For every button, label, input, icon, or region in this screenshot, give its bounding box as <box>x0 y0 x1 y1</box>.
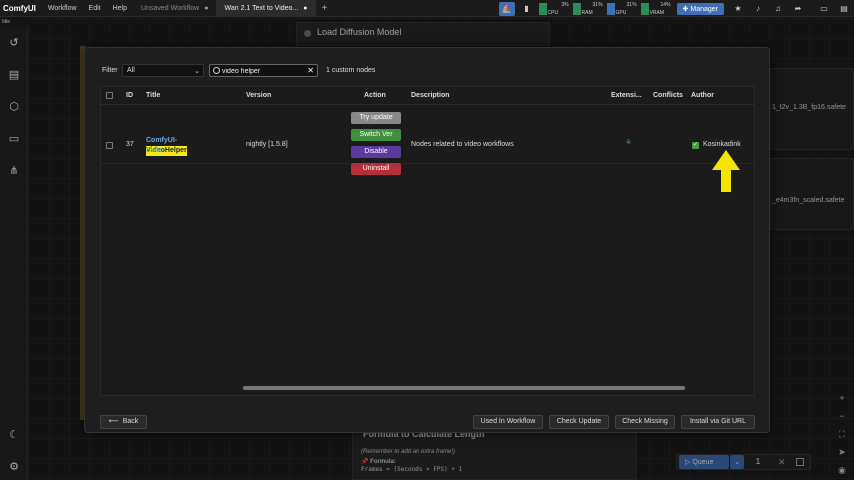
search-field[interactable]: ✕ <box>209 64 318 77</box>
clear-search-icon[interactable]: ✕ <box>307 66 314 75</box>
row-id: 37 <box>126 141 134 148</box>
tab-label: Unsaved Workflow <box>141 4 200 12</box>
left-sidebar: ↺ ▤ ⬡ ▭ ⋔ ☾ ⚙ <box>0 26 28 480</box>
horizontal-scrollbar[interactable] <box>243 386 685 390</box>
col-id[interactable]: ID <box>126 92 133 99</box>
bell-alt-icon[interactable]: ♫ <box>770 2 786 16</box>
top-right-toolbar: ⛵ ▮ CPU 3% RAM 31% GPU 31% VRAM 14% ✚ Ma… <box>497 0 854 17</box>
tab-unsaved-workflow[interactable]: Unsaved Workflow ● <box>133 0 216 17</box>
manager-label: Manager <box>690 5 718 13</box>
chevron-down-icon: ⌄ <box>194 68 200 75</box>
custom-nodes-table: ID Title Version Action Description Exte… <box>100 86 755 396</box>
app-logo: ComfyUI <box>3 3 36 13</box>
unsaved-dot-icon: ● <box>204 4 209 12</box>
status-idle: Idle <box>2 19 11 25</box>
history-icon[interactable]: ↺ <box>7 36 21 50</box>
uninstall-button[interactable]: Uninstall <box>351 163 401 175</box>
extension-puzzle-icon[interactable]: ⚘ <box>625 138 632 147</box>
menu-workflow[interactable]: Workflow <box>42 5 83 12</box>
result-count: 1 custom nodes <box>326 67 376 74</box>
annotation-arrow-icon <box>712 150 740 192</box>
install-git-url-button[interactable]: Install via Git URL <box>681 415 755 429</box>
tab-wan-workflow[interactable]: Wan 2.1 Text to Video... ● <box>216 0 316 17</box>
row-description: Nodes related to video workflows <box>411 141 514 148</box>
unsaved-dot-icon: ● <box>303 4 308 12</box>
top-menu-bar: ComfyUI Workflow Edit Help Unsaved Workf… <box>0 0 854 17</box>
panel-toggle-icon[interactable]: ▭ <box>816 2 832 16</box>
used-in-workflow-button[interactable]: Used In Workflow <box>473 415 543 429</box>
new-tab-icon[interactable]: + <box>316 3 334 14</box>
select-all-checkbox[interactable] <box>106 92 113 99</box>
row-version[interactable]: nightly [1.5.8] <box>246 141 288 148</box>
workflow-tree-icon[interactable]: ⋔ <box>7 164 21 178</box>
share-icon[interactable]: ➦ <box>790 2 806 16</box>
col-action[interactable]: Action <box>364 92 386 99</box>
try-update-button[interactable]: Try update <box>351 112 401 124</box>
settings-gear-icon[interactable]: ⚙ <box>7 460 21 474</box>
theme-moon-icon[interactable]: ☾ <box>7 428 21 442</box>
row-checkbox[interactable] <box>106 142 113 149</box>
bookmark-icon[interactable]: ▮ <box>519 2 535 16</box>
tab-label: Wan 2.1 Text to Video... <box>224 4 299 12</box>
search-icon <box>213 67 220 74</box>
table-row: 37 ComfyUI- VideoHelper Suite nightly [1.5… <box>101 106 754 175</box>
col-conflicts[interactable]: Conflicts <box>653 92 683 99</box>
col-version[interactable]: Version <box>246 92 271 99</box>
star-icon[interactable]: ★ <box>730 2 746 16</box>
queue-history-icon[interactable]: ⛵ <box>498 1 515 16</box>
col-title[interactable]: Title <box>146 92 160 99</box>
folder-icon[interactable]: ▭ <box>7 132 21 146</box>
node-title-link[interactable]: ComfyUI- VideoHelper Suite <box>146 136 226 156</box>
queue-list-icon[interactable]: ▤ <box>7 68 21 82</box>
search-input[interactable] <box>222 66 302 76</box>
author-verified-icon: ✓ <box>692 142 699 149</box>
check-missing-button[interactable]: Check Missing <box>615 415 675 429</box>
ram-monitor: RAM 31% <box>572 2 603 16</box>
menu-edit[interactable]: Edit <box>83 5 107 12</box>
col-description[interactable]: Description <box>411 92 450 99</box>
manager-button[interactable]: ✚ Manager <box>676 2 724 15</box>
filter-label: Filter <box>102 67 118 74</box>
switch-version-button[interactable]: Switch Ver <box>351 129 401 141</box>
table-header: ID Title Version Action Description Exte… <box>101 87 754 105</box>
row-author[interactable]: Kosinkadink <box>703 141 741 148</box>
disable-button[interactable]: Disable <box>351 146 401 158</box>
vram-monitor: VRAM 14% <box>640 2 671 16</box>
gpu-monitor: GPU 31% <box>606 2 637 16</box>
node-library-icon[interactable]: ⬡ <box>7 100 21 114</box>
filter-select[interactable]: All ⌄ <box>122 64 204 77</box>
bell-icon[interactable]: ♪ <box>750 2 766 16</box>
col-author[interactable]: Author <box>691 92 714 99</box>
col-extension[interactable]: Extensi... <box>611 92 642 99</box>
custom-nodes-manager-dialog: Filter All ⌄ ✕ 1 custom nodes ID Title V… <box>84 47 770 433</box>
menu-help[interactable]: Help <box>107 5 133 12</box>
back-label: Back <box>122 418 139 425</box>
filter-value: All <box>127 67 135 74</box>
back-button[interactable]: ⟵ Back <box>100 415 147 429</box>
cpu-monitor: CPU 3% <box>538 2 569 16</box>
layout-icon[interactable]: ▤ <box>836 2 852 16</box>
check-update-button[interactable]: Check Update <box>549 415 609 429</box>
